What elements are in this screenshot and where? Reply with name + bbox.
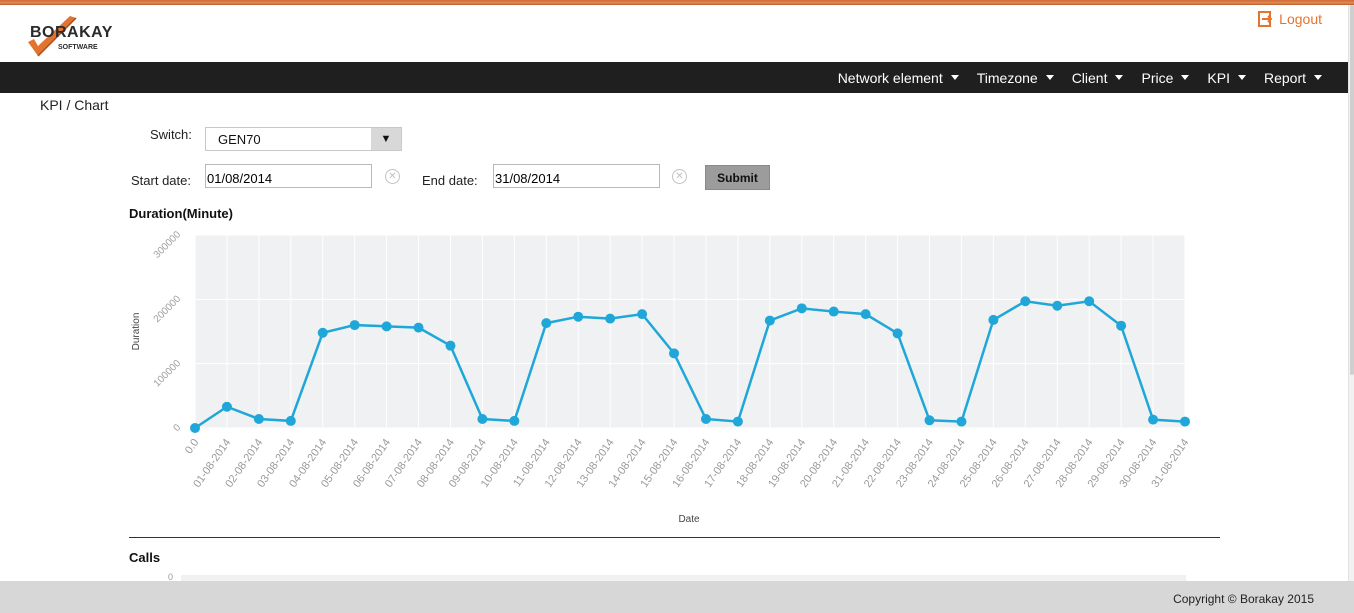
- data-point: [285, 415, 296, 426]
- nav-item-label: KPI: [1207, 69, 1230, 86]
- data-point: [732, 416, 743, 427]
- data-point: [764, 315, 775, 326]
- y-tick-label: 100000: [152, 358, 184, 390]
- data-point: [573, 311, 584, 322]
- logout-label: Logout: [1279, 11, 1322, 27]
- data-point: [317, 327, 328, 338]
- logo-subtitle: SOFTWARE: [58, 44, 98, 51]
- data-point: [924, 415, 935, 426]
- nav-item-label: Price: [1141, 69, 1174, 86]
- logout-icon: [1258, 11, 1273, 27]
- data-point: [637, 309, 648, 320]
- caret-down-icon: [1115, 75, 1124, 80]
- data-point: [221, 401, 232, 412]
- data-point: [349, 320, 360, 331]
- caret-down-icon: [1045, 75, 1054, 80]
- scrollbar-thumb[interactable]: [1350, 5, 1354, 375]
- nav-item-client[interactable]: Client: [1072, 70, 1124, 86]
- data-point: [1180, 416, 1190, 427]
- section-divider: [129, 537, 1220, 538]
- logo[interactable]: BORAKAY SOFTWARE: [24, 12, 124, 58]
- data-point: [1020, 296, 1031, 307]
- scrollbar[interactable]: [1348, 5, 1354, 581]
- data-point: [860, 309, 871, 320]
- clear-start-date-icon[interactable]: ✕: [385, 169, 400, 184]
- y-tick-label: 0: [171, 422, 183, 434]
- data-point: [796, 303, 807, 314]
- switch-select[interactable]: GEN70 ▼: [205, 127, 402, 151]
- data-point: [445, 340, 456, 351]
- data-point: [1052, 300, 1063, 311]
- end-date-input[interactable]: [493, 164, 660, 188]
- data-point: [892, 328, 903, 339]
- caret-down-icon: [1237, 75, 1246, 80]
- start-date-label: Start date:: [131, 173, 191, 188]
- data-point: [669, 348, 680, 359]
- data-point: [1084, 296, 1095, 307]
- data-point: [509, 415, 520, 426]
- data-point: [190, 423, 200, 433]
- nav-item-price[interactable]: Price: [1141, 69, 1190, 86]
- caret-down-icon: [950, 75, 959, 80]
- top-accent-line: [0, 0, 1354, 5]
- footer: Copyright © Borakay 2015: [0, 581, 1354, 613]
- logout-link[interactable]: Logout: [1258, 11, 1322, 27]
- x-axis-label: Date: [678, 514, 700, 525]
- data-point: [700, 413, 711, 424]
- y-axis-label: Duration: [131, 313, 142, 351]
- switch-value: GEN70: [218, 132, 261, 147]
- y-tick-label: 300000: [152, 229, 184, 261]
- x-tick-label: 0.0: [183, 437, 202, 456]
- nav-menu: Network element Timezone Client Price KPI Rep…: [820, 62, 1322, 93]
- y-tick-label: 200000: [152, 293, 184, 325]
- page: BORAKAY SOFTWARE Logout Network element T…: [0, 0, 1354, 613]
- calls-title: Calls: [129, 550, 161, 565]
- data-point: [605, 313, 616, 324]
- data-point: [956, 416, 967, 427]
- caret-down-icon: [1314, 75, 1322, 80]
- nav-item-label: Client: [1071, 69, 1108, 86]
- data-point: [828, 306, 839, 317]
- nav-item-report[interactable]: Report: [1264, 70, 1322, 86]
- copyright: Copyright © Borakay 2015: [1173, 592, 1314, 606]
- nav-item-label: Report: [1263, 69, 1306, 86]
- chevron-down-icon[interactable]: ▼: [371, 128, 401, 150]
- duration-chart: 0100000200000300000Duration0.001-08-2014…: [131, 229, 1191, 525]
- data-point: [541, 318, 552, 329]
- navbar: Network element Timezone Client Price KPI Rep…: [0, 62, 1354, 93]
- nav-item-label: Network element: [837, 69, 943, 86]
- end-date-label: End date:: [422, 173, 478, 188]
- nav-item-label: Timezone: [976, 69, 1038, 86]
- caret-down-icon: [1181, 75, 1190, 80]
- submit-button[interactable]: Submit: [705, 165, 770, 190]
- nav-item-network-element[interactable]: Network element: [838, 70, 959, 86]
- data-point: [413, 322, 424, 333]
- data-point: [1116, 320, 1127, 331]
- switch-label: Switch:: [150, 127, 192, 142]
- data-point: [381, 321, 392, 332]
- clear-end-date-icon[interactable]: ✕: [672, 169, 687, 184]
- data-point: [988, 314, 999, 325]
- breadcrumb: KPI / Chart: [40, 97, 109, 113]
- duration-title: Duration(Minute): [129, 206, 233, 221]
- logo-name: BORAKAY: [30, 24, 113, 41]
- plot-area: [195, 235, 1185, 428]
- data-point: [1148, 414, 1159, 425]
- start-date-input[interactable]: [205, 164, 372, 188]
- data-point: [253, 413, 264, 424]
- nav-item-timezone[interactable]: Timezone: [977, 70, 1054, 86]
- nav-item-kpi[interactable]: KPI: [1207, 70, 1246, 86]
- data-point: [477, 413, 488, 424]
